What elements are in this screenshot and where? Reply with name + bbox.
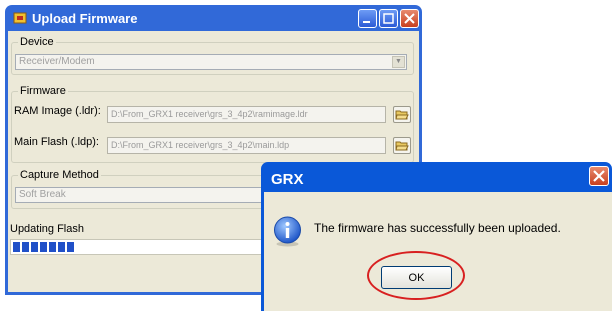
upload-firmware-titlebar[interactable]: Upload Firmware [8,5,419,31]
device-group: Device Receiver/Modem ▼ [11,36,414,75]
close-button[interactable] [400,9,419,28]
ram-image-browse-button[interactable] [393,106,411,123]
dialog-title: GRX [271,171,304,188]
close-icon [404,13,415,24]
firmware-group: Firmware RAM Image (.ldr): D:\From_GRX1 … [11,85,414,163]
main-flash-path-field[interactable]: D:\From_GRX1 receiver\grs_3_4p2\main.ldp [107,137,386,154]
device-group-label: Device [18,36,56,48]
open-folder-icon [395,110,409,120]
window-title: Upload Firmware [32,11,138,26]
minimize-icon [363,21,370,23]
close-icon [593,170,605,182]
dialog-message: The firmware has successfully been uploa… [314,221,561,235]
progress-segment [22,242,29,252]
maximize-icon [383,13,394,24]
device-combo[interactable]: Receiver/Modem ▼ [15,54,407,70]
progress-segment [49,242,56,252]
progress-segment [58,242,65,252]
maximize-button[interactable] [379,9,398,28]
progress-segment [13,242,20,252]
dialog-close-button[interactable] [589,166,609,186]
device-selected-value: Receiver/Modem [19,56,95,67]
info-icon [274,216,301,247]
main-flash-browse-button[interactable] [393,137,411,154]
progress-segment [40,242,47,252]
grx-dialog: GRX The firmware has successfully been u… [261,162,612,311]
highlight-circle [367,251,465,300]
ram-image-label: RAM Image (.ldr): [14,105,101,117]
capture-method-selected-value: Soft Break [19,189,66,200]
capture-method-group-label: Capture Method [18,169,101,181]
open-folder-icon [395,141,409,151]
firmware-group-label: Firmware [18,85,68,97]
main-flash-label: Main Flash (.ldp): [14,136,99,148]
ram-image-path-field[interactable]: D:\From_GRX1 receiver\grs_3_4p2\ramimage… [107,106,386,123]
app-icon [13,12,27,24]
minimize-button[interactable] [358,9,377,28]
progress-segment [31,242,38,252]
chevron-down-icon[interactable]: ▼ [392,56,405,68]
progress-segment [67,242,74,252]
status-text: Updating Flash [10,223,84,235]
